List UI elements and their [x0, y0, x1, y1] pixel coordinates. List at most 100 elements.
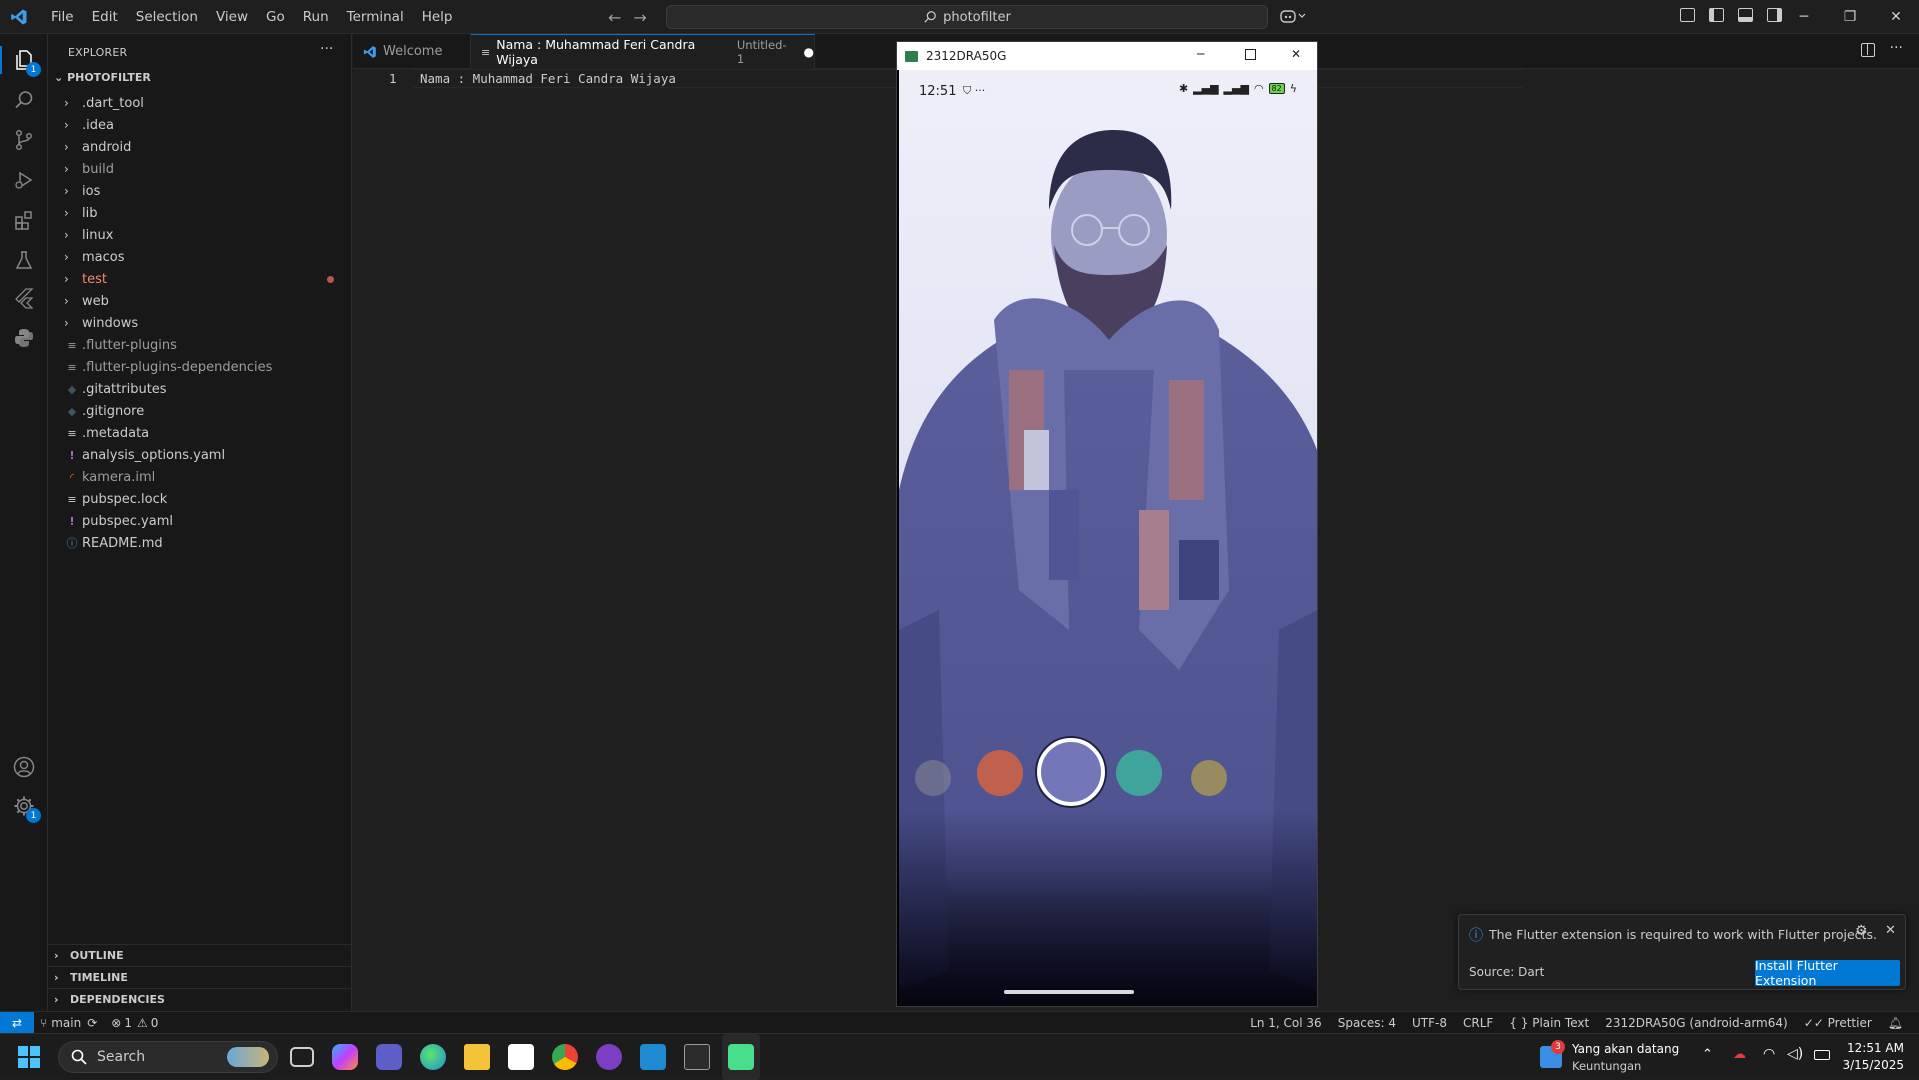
restore-icon[interactable]: ❐ [1827, 0, 1873, 34]
customize-layout-icon[interactable] [1680, 8, 1695, 22]
minimize-icon[interactable]: ─ [1781, 0, 1827, 34]
folder-test[interactable]: › test [48, 268, 352, 290]
folder-idea[interactable]: › .idea [48, 114, 352, 136]
chevron-up-icon[interactable]: ⌃ [1702, 1047, 1713, 1062]
split-editor-icon[interactable] [1861, 43, 1875, 57]
task-view-icon[interactable] [290, 1047, 314, 1067]
menu-terminal[interactable]: Terminal [338, 9, 413, 25]
folder-android[interactable]: › android [48, 136, 352, 158]
search-icon[interactable] [10, 86, 38, 114]
close-icon[interactable]: ✕ [1291, 47, 1301, 61]
explorer-icon[interactable]: 1 [10, 46, 41, 77]
section-dependencies[interactable]: › DEPENDENCIES [48, 988, 352, 1010]
clock-time[interactable]: 12:51 AM [1842, 1041, 1904, 1055]
install-flutter-extension-button[interactable]: Install Flutter Extension [1755, 958, 1900, 988]
remote-indicator-icon[interactable]: ⇄ [0, 1012, 34, 1034]
prettier-status[interactable]: ✓✓ Prettier [1804, 1016, 1872, 1030]
copilot-icon[interactable] [1280, 8, 1306, 28]
edge-icon[interactable] [420, 1044, 446, 1070]
folder-macos[interactable]: › macos [48, 246, 352, 268]
file-flutter-plugins[interactable]: ≡ .flutter-plugins [48, 334, 352, 356]
python-icon[interactable] [10, 324, 38, 352]
menu-edit[interactable]: Edit [83, 9, 127, 25]
maximize-icon[interactable] [1245, 49, 1256, 60]
file-readme[interactable]: ⓘ README.md [48, 532, 352, 554]
menu-help[interactable]: Help [413, 9, 462, 25]
folder-dart-tool[interactable]: › .dart_tool [48, 92, 352, 114]
toggle-primary-sidebar-icon[interactable] [1709, 8, 1724, 22]
gesture-bar[interactable] [1004, 990, 1134, 994]
accounts-icon[interactable] [10, 753, 38, 781]
forward-arrow-icon[interactable]: → [633, 8, 646, 27]
file-explorer-icon[interactable] [464, 1044, 490, 1070]
device-selector[interactable]: 2312DRA50G (android-arm64) [1605, 1016, 1788, 1030]
folder-windows[interactable]: › windows [48, 312, 352, 334]
filter-option-yellow[interactable] [1191, 760, 1227, 796]
file-analysis-options[interactable]: ! analysis_options.yaml [48, 444, 352, 466]
toggle-secondary-sidebar-icon[interactable] [1767, 8, 1782, 22]
manage-gear-icon[interactable]: 1 [10, 792, 41, 823]
more-actions-icon[interactable]: ··· [320, 41, 333, 57]
warnings-count[interactable]: 0 [151, 1016, 159, 1030]
folder-lib[interactable]: › lib [48, 202, 352, 224]
filter-option-red[interactable] [977, 750, 1023, 796]
menu-selection[interactable]: Selection [127, 9, 207, 25]
close-icon[interactable]: ✕ [1885, 923, 1896, 938]
file-gitignore[interactable]: ◆ .gitignore [48, 400, 352, 422]
unsaved-dot-icon[interactable]: ● [804, 45, 814, 59]
filter-option-blue-selected[interactable] [1037, 738, 1105, 806]
encoding[interactable]: UTF-8 [1412, 1016, 1447, 1030]
bell-icon[interactable]: 🔔︎ [1888, 1016, 1903, 1030]
line-ending[interactable]: CRLF [1463, 1016, 1493, 1030]
folder-ios[interactable]: › ios [48, 180, 352, 202]
vscode-logo-icon[interactable] [10, 8, 28, 26]
code-line[interactable]: Nama : Muhammad Feri Candra Wijaya [420, 71, 676, 86]
weather-title[interactable]: Yang akan datang [1572, 1042, 1679, 1056]
flutter-icon[interactable] [10, 284, 38, 312]
explorer-root[interactable]: ⌄ PHOTOFILTER [54, 71, 151, 84]
command-center-search[interactable]: photofilter [666, 5, 1268, 29]
filter-option-gray[interactable] [915, 760, 951, 796]
menu-go[interactable]: Go [257, 9, 294, 25]
file-metadata[interactable]: ≡ .metadata [48, 422, 352, 444]
language-mode[interactable]: { } Plain Text [1509, 1016, 1589, 1030]
sync-icon[interactable]: ⟳ [87, 1016, 97, 1030]
tab-untitled-1[interactable]: ≡ Nama : Muhammad Feri Candra Wijaya Unt… [471, 34, 815, 69]
vscode-taskbar-icon[interactable] [640, 1044, 666, 1070]
file-pubspec-yaml[interactable]: ! pubspec.yaml [48, 510, 352, 532]
onedrive-icon[interactable]: ☁ [1733, 1047, 1746, 1062]
teams-icon[interactable] [376, 1044, 402, 1070]
file-pubspec-lock[interactable]: ≡ pubspec.lock [48, 488, 352, 510]
indentation[interactable]: Spaces: 4 [1338, 1016, 1396, 1030]
toggle-panel-icon[interactable] [1738, 8, 1753, 22]
windows-start-icon[interactable] [18, 1046, 40, 1068]
section-outline[interactable]: › OUTLINE [48, 944, 352, 966]
minimize-icon[interactable]: ─ [1197, 47, 1204, 61]
cursor-position[interactable]: Ln 1, Col 36 [1250, 1016, 1322, 1030]
folder-build[interactable]: › build [48, 158, 352, 180]
terminal-icon[interactable] [684, 1044, 710, 1070]
back-arrow-icon[interactable]: ← [608, 8, 621, 27]
menu-run[interactable]: Run [294, 9, 338, 25]
folder-linux[interactable]: › linux [48, 224, 352, 246]
filter-option-teal[interactable] [1116, 750, 1162, 796]
run-debug-icon[interactable] [10, 166, 38, 194]
close-icon[interactable]: ✕ [1873, 0, 1919, 34]
more-actions-icon[interactable]: ··· [1890, 40, 1903, 56]
extensions-icon[interactable] [10, 206, 38, 234]
github-desktop-icon[interactable] [596, 1044, 622, 1070]
testing-flask-icon[interactable] [10, 246, 38, 274]
errors-count[interactable]: 1 [124, 1016, 132, 1030]
taskbar-search[interactable]: Search [58, 1041, 278, 1073]
tab-welcome[interactable]: Welcome [353, 34, 471, 69]
folder-web[interactable]: › web [48, 290, 352, 312]
chrome-icon[interactable] [552, 1044, 578, 1070]
battery-icon[interactable] [1814, 1050, 1830, 1060]
menu-file[interactable]: File [42, 9, 83, 25]
file-kamera-iml[interactable]: ◜ kamera.iml [48, 466, 352, 488]
file-flutter-plugins-dependencies[interactable]: ≡ .flutter-plugins-dependencies [48, 356, 352, 378]
volume-icon[interactable]: ◁) [1787, 1046, 1803, 1062]
branch-name[interactable]: main [51, 1016, 81, 1030]
gear-icon[interactable]: ⚙ [1855, 923, 1868, 939]
copilot-app-icon[interactable] [332, 1044, 358, 1070]
